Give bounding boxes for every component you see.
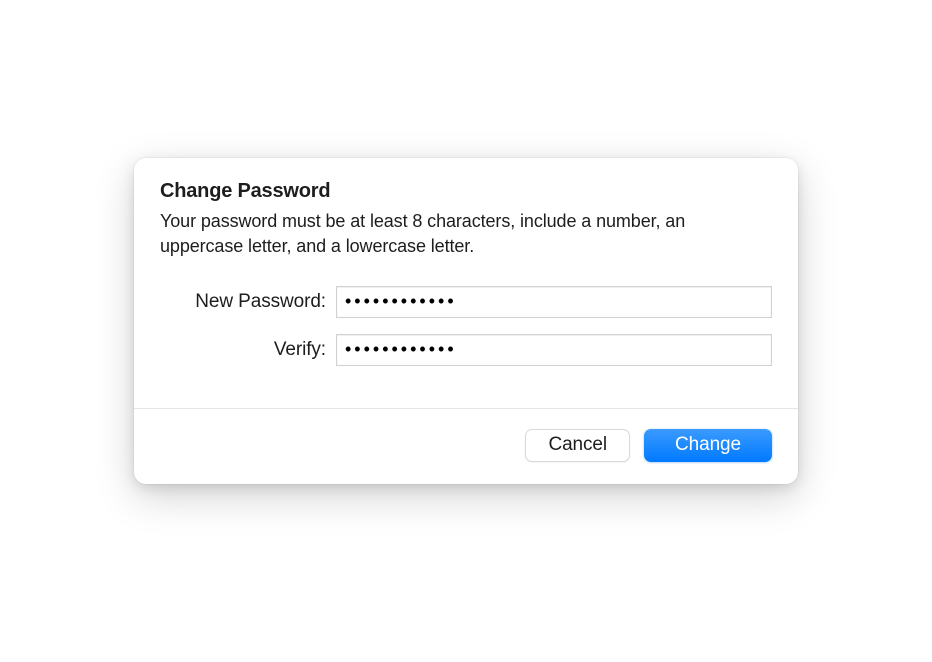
new-password-label: New Password: xyxy=(160,291,336,313)
window-background: Change Password Your password must be at… xyxy=(0,0,932,662)
dialog-body: Change Password Your password must be at… xyxy=(134,158,798,408)
verify-password-row: Verify: xyxy=(160,334,772,366)
change-password-dialog: Change Password Your password must be at… xyxy=(134,158,798,484)
new-password-input[interactable] xyxy=(336,286,772,318)
verify-password-label: Verify: xyxy=(160,339,336,361)
change-button[interactable]: Change xyxy=(644,429,772,462)
dialog-footer: Cancel Change xyxy=(134,408,798,484)
new-password-row: New Password: xyxy=(160,286,772,318)
verify-password-input[interactable] xyxy=(336,334,772,366)
dialog-description: Your password must be at least 8 charact… xyxy=(160,209,772,258)
dialog-title: Change Password xyxy=(160,180,772,203)
cancel-button[interactable]: Cancel xyxy=(525,429,630,462)
